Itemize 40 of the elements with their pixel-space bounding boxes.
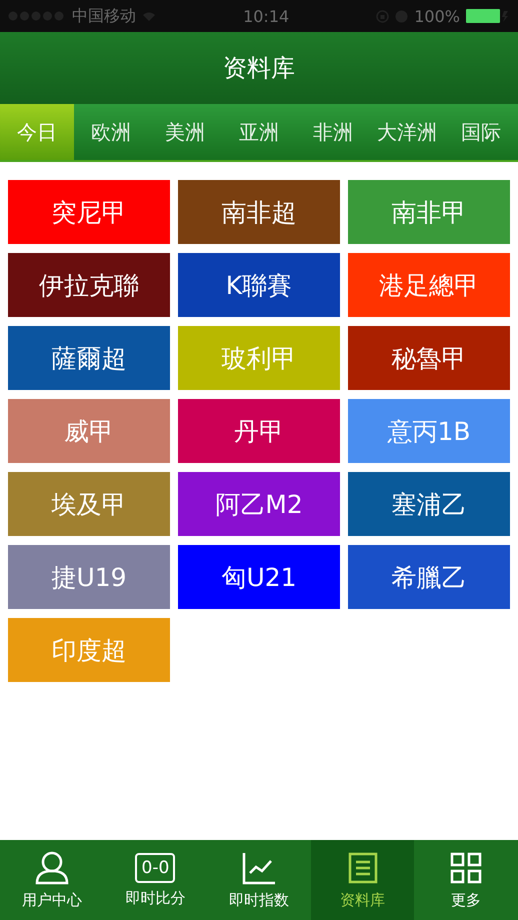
- status-time: 10:14: [243, 6, 290, 26]
- league-tile[interactable]: 南非超: [178, 180, 340, 244]
- league-tile[interactable]: 威甲: [8, 399, 170, 463]
- league-tile[interactable]: 薩爾超: [8, 326, 170, 390]
- region-tab[interactable]: 非洲: [296, 104, 370, 160]
- league-tile[interactable]: 南非甲: [348, 180, 510, 244]
- league-tile[interactable]: 捷U19: [8, 545, 170, 609]
- scoreboard-icon: 0-0: [135, 852, 176, 882]
- league-tile[interactable]: 阿乙M2: [178, 472, 340, 536]
- region-tab[interactable]: 欧洲: [74, 104, 148, 160]
- nav-item[interactable]: 即时指数: [207, 840, 311, 920]
- league-tile[interactable]: 港足總甲: [348, 253, 510, 317]
- league-tile[interactable]: 塞浦乙: [348, 472, 510, 536]
- region-tab[interactable]: 大洋洲: [370, 104, 444, 160]
- league-tile[interactable]: 印度超: [8, 618, 170, 682]
- league-tile[interactable]: 希臘乙: [348, 545, 510, 609]
- user-icon: [34, 850, 70, 884]
- battery-icon: [466, 9, 510, 23]
- carrier-name: 中国移动: [72, 6, 136, 26]
- page-title: 资料库: [223, 53, 295, 84]
- grid-icon: [448, 850, 484, 884]
- league-tile[interactable]: 伊拉克聯: [8, 253, 170, 317]
- nav-item[interactable]: 更多: [414, 840, 518, 920]
- league-tile[interactable]: 秘魯甲: [348, 326, 510, 390]
- league-tile[interactable]: 埃及甲: [8, 472, 170, 536]
- region-tab[interactable]: 美洲: [148, 104, 222, 160]
- region-tab[interactable]: 今日: [0, 104, 74, 160]
- battery-percent: 100%: [414, 6, 460, 26]
- chart-icon: [240, 850, 277, 884]
- region-tab[interactable]: 国际: [444, 104, 518, 160]
- nav-item[interactable]: 资料库: [310, 840, 414, 920]
- league-tile[interactable]: K聯賽: [178, 253, 340, 317]
- league-tile[interactable]: 玻利甲: [178, 326, 340, 390]
- league-tile[interactable]: 突尼甲: [8, 180, 170, 244]
- nav-item[interactable]: 用户中心: [0, 840, 104, 920]
- nav-item[interactable]: 0-0 即时比分: [104, 840, 208, 920]
- region-tab[interactable]: 亚洲: [222, 104, 296, 160]
- league-tile[interactable]: 丹甲: [178, 399, 340, 463]
- league-tile[interactable]: 匈U21: [178, 545, 340, 609]
- league-tile[interactable]: 意丙1B: [348, 399, 510, 463]
